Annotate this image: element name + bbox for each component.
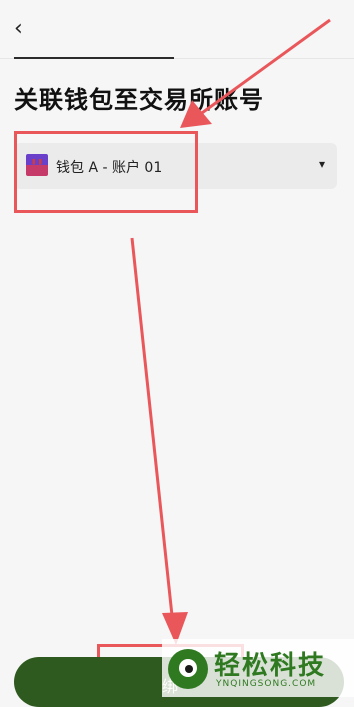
arrow-line-top bbox=[194, 18, 331, 120]
arrow-head-top bbox=[180, 100, 212, 128]
annotation-arrows bbox=[130, 18, 331, 645]
eye-logo-icon bbox=[168, 649, 208, 689]
watermark-site: YNQINGSONG.COM bbox=[216, 679, 317, 689]
arrow-line-bottom bbox=[130, 237, 175, 626]
watermark: 轻松科技 YNQINGSONG.COM bbox=[162, 639, 354, 697]
watermark-title: 轻松科技 bbox=[214, 651, 327, 681]
